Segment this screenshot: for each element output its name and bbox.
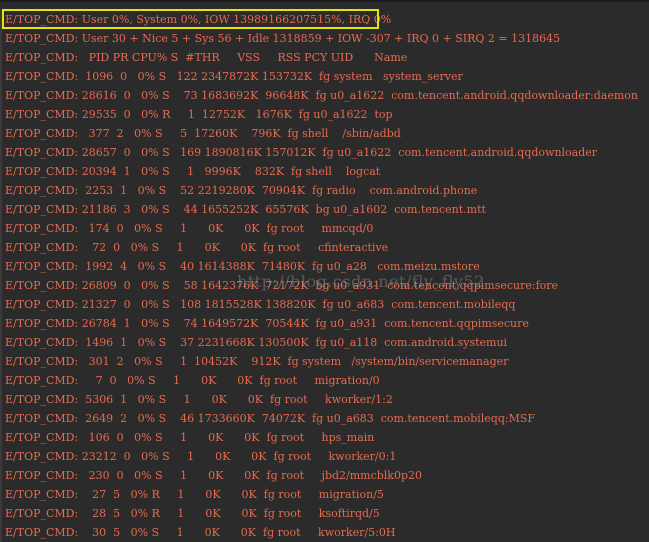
- log-line: E/TOP_CMD: 28 5 0% R 1 0K 0K fg root kso…: [0, 504, 649, 523]
- log-line-gutter: [0, 295, 2, 314]
- log-line-text: E/TOP_CMD: 174 0 0% S 1 0K 0K fg root mm…: [5, 222, 374, 235]
- log-line-text: E/TOP_CMD: 30 5 0% S 1 0K 0K fg root kwo…: [5, 526, 396, 539]
- log-line-text: E/TOP_CMD: User 30 + Nice 5 + Sys 56 + I…: [5, 32, 561, 45]
- log-line: E/TOP_CMD: 23212 0 0% S 1 0K 0K fg root …: [0, 447, 649, 466]
- log-line: E/TOP_CMD: 1496 1 0% S 37 2231668K 13050…: [0, 333, 649, 352]
- logcat-console: E/TOP_CMD: User 0%, System 0%, IOW 13989…: [0, 0, 649, 542]
- log-line-gutter: [0, 352, 2, 371]
- log-line-text: E/TOP_CMD: 21186 3 0% S 44 1655252K 6557…: [5, 203, 486, 216]
- log-line: E/TOP_CMD: 28616 0 0% S 73 1683692K 9664…: [0, 86, 649, 105]
- log-line-text: E/TOP_CMD: 29535 0 0% R 1 12752K 1676K f…: [5, 108, 393, 121]
- log-line-text: E/TOP_CMD: 106 0 0% S 1 0K 0K fg root hp…: [5, 431, 375, 444]
- log-line-gutter: [0, 276, 2, 295]
- log-line-text: E/TOP_CMD: 1496 1 0% S 37 2231668K 13050…: [5, 336, 508, 349]
- log-line-gutter: [0, 371, 2, 390]
- log-line-gutter: [0, 124, 2, 143]
- log-line: E/TOP_CMD: 2253 1 0% S 52 2219280K 70904…: [0, 181, 649, 200]
- log-line-gutter: [0, 485, 2, 504]
- log-line-text: E/TOP_CMD: 23212 0 0% S 1 0K 0K fg root …: [5, 450, 397, 463]
- log-line-gutter: [0, 105, 2, 124]
- log-line-text: E/TOP_CMD: 2253 1 0% S 52 2219280K 70904…: [5, 184, 478, 197]
- watermark: http://blog.csdn.net/fly_fly52: [237, 272, 485, 291]
- log-line-gutter: [0, 504, 2, 523]
- log-line-gutter: [0, 314, 2, 333]
- log-line: E/TOP_CMD: 20394 1 0% S 1 9996K 832K fg …: [0, 162, 649, 181]
- log-line: E/TOP_CMD: User 30 + Nice 5 + Sys 56 + I…: [0, 29, 649, 48]
- console-top-border: [0, 0, 649, 2]
- log-line-gutter: [0, 86, 2, 105]
- log-line-text: E/TOP_CMD: 28616 0 0% S 73 1683692K 9664…: [5, 89, 638, 102]
- log-line: E/TOP_CMD: 1096 0 0% S 122 2347872K 1537…: [0, 67, 649, 86]
- highlight-box: [2, 9, 379, 29]
- log-line-text: E/TOP_CMD: 301 2 0% S 1 10452K 912K fg s…: [5, 355, 509, 368]
- log-line-gutter: [0, 257, 2, 276]
- log-line: E/TOP_CMD: 301 2 0% S 1 10452K 912K fg s…: [0, 352, 649, 371]
- log-line-text: E/TOP_CMD: 5306 1 0% S 1 0K 0K fg root k…: [5, 393, 393, 406]
- log-line-gutter: [0, 181, 2, 200]
- log-line: E/TOP_CMD: 5306 1 0% S 1 0K 0K fg root k…: [0, 390, 649, 409]
- log-line-text: E/TOP_CMD: 377 2 0% S 5 17260K 796K fg s…: [5, 127, 401, 140]
- log-line-gutter: [0, 48, 2, 67]
- log-line-text: E/TOP_CMD: PID PR CPU% S #THR VSS RSS PC…: [5, 51, 408, 64]
- log-line: E/TOP_CMD: 21327 0 0% S 108 1815528K 138…: [0, 295, 649, 314]
- log-line-text: E/TOP_CMD: 28 5 0% R 1 0K 0K fg root kso…: [5, 507, 380, 520]
- log-line: E/TOP_CMD: 27 5 0% R 1 0K 0K fg root mig…: [0, 485, 649, 504]
- log-line: E/TOP_CMD: 21186 3 0% S 44 1655252K 6557…: [0, 200, 649, 219]
- log-line-gutter: [0, 333, 2, 352]
- log-line-text: E/TOP_CMD: 26784 1 0% S 74 1649572K 7054…: [5, 317, 529, 330]
- log-line: E/TOP_CMD: 26784 1 0% S 74 1649572K 7054…: [0, 314, 649, 333]
- log-line: E/TOP_CMD: 106 0 0% S 1 0K 0K fg root hp…: [0, 428, 649, 447]
- log-line: E/TOP_CMD: 230 0 0% S 1 0K 0K fg root jb…: [0, 466, 649, 485]
- log-line: E/TOP_CMD: 28657 0 0% S 169 1890816K 157…: [0, 143, 649, 162]
- log-line-gutter: [0, 67, 2, 86]
- log-line-gutter: [0, 162, 2, 181]
- log-line: E/TOP_CMD: 30 5 0% S 1 0K 0K fg root kwo…: [0, 523, 649, 542]
- log-line: E/TOP_CMD: PID PR CPU% S #THR VSS RSS PC…: [0, 48, 649, 67]
- log-line-text: E/TOP_CMD: 20394 1 0% S 1 9996K 832K fg …: [5, 165, 381, 178]
- log-line-text: E/TOP_CMD: 230 0 0% S 1 0K 0K fg root jb…: [5, 469, 423, 482]
- log-line-gutter: [0, 466, 2, 485]
- log-line: E/TOP_CMD: 2649 2 0% S 46 1733660K 74072…: [0, 409, 649, 428]
- log-line-gutter: [0, 409, 2, 428]
- log-line: E/TOP_CMD: 377 2 0% S 5 17260K 796K fg s…: [0, 124, 649, 143]
- log-line-text: E/TOP_CMD: 7 0 0% S 1 0K 0K fg root migr…: [5, 374, 380, 387]
- log-line-gutter: [0, 200, 2, 219]
- log-line-text: E/TOP_CMD: 28657 0 0% S 169 1890816K 157…: [5, 146, 598, 159]
- log-line-text: E/TOP_CMD: 27 5 0% R 1 0K 0K fg root mig…: [5, 488, 384, 501]
- log-line: E/TOP_CMD: 29535 0 0% R 1 12752K 1676K f…: [0, 105, 649, 124]
- log-line-gutter: [0, 523, 2, 542]
- log-line-gutter: [0, 219, 2, 238]
- log-line-gutter: [0, 428, 2, 447]
- log-line-gutter: [0, 29, 2, 48]
- log-line-gutter: [0, 143, 2, 162]
- log-line-text: E/TOP_CMD: 72 0 0% S 1 0K 0K fg root cfi…: [5, 241, 389, 254]
- log-line-gutter: [0, 447, 2, 466]
- log-line-text: E/TOP_CMD: 2649 2 0% S 46 1733660K 74072…: [5, 412, 536, 425]
- log-line-gutter: [0, 390, 2, 409]
- log-line-text: E/TOP_CMD: 1096 0 0% S 122 2347872K 1537…: [5, 70, 463, 83]
- log-line: E/TOP_CMD: 7 0 0% S 1 0K 0K fg root migr…: [0, 371, 649, 390]
- log-line: E/TOP_CMD: 174 0 0% S 1 0K 0K fg root mm…: [0, 219, 649, 238]
- log-line-text: E/TOP_CMD: 21327 0 0% S 108 1815528K 138…: [5, 298, 516, 311]
- log-line: E/TOP_CMD: 72 0 0% S 1 0K 0K fg root cfi…: [0, 238, 649, 257]
- log-line-gutter: [0, 238, 2, 257]
